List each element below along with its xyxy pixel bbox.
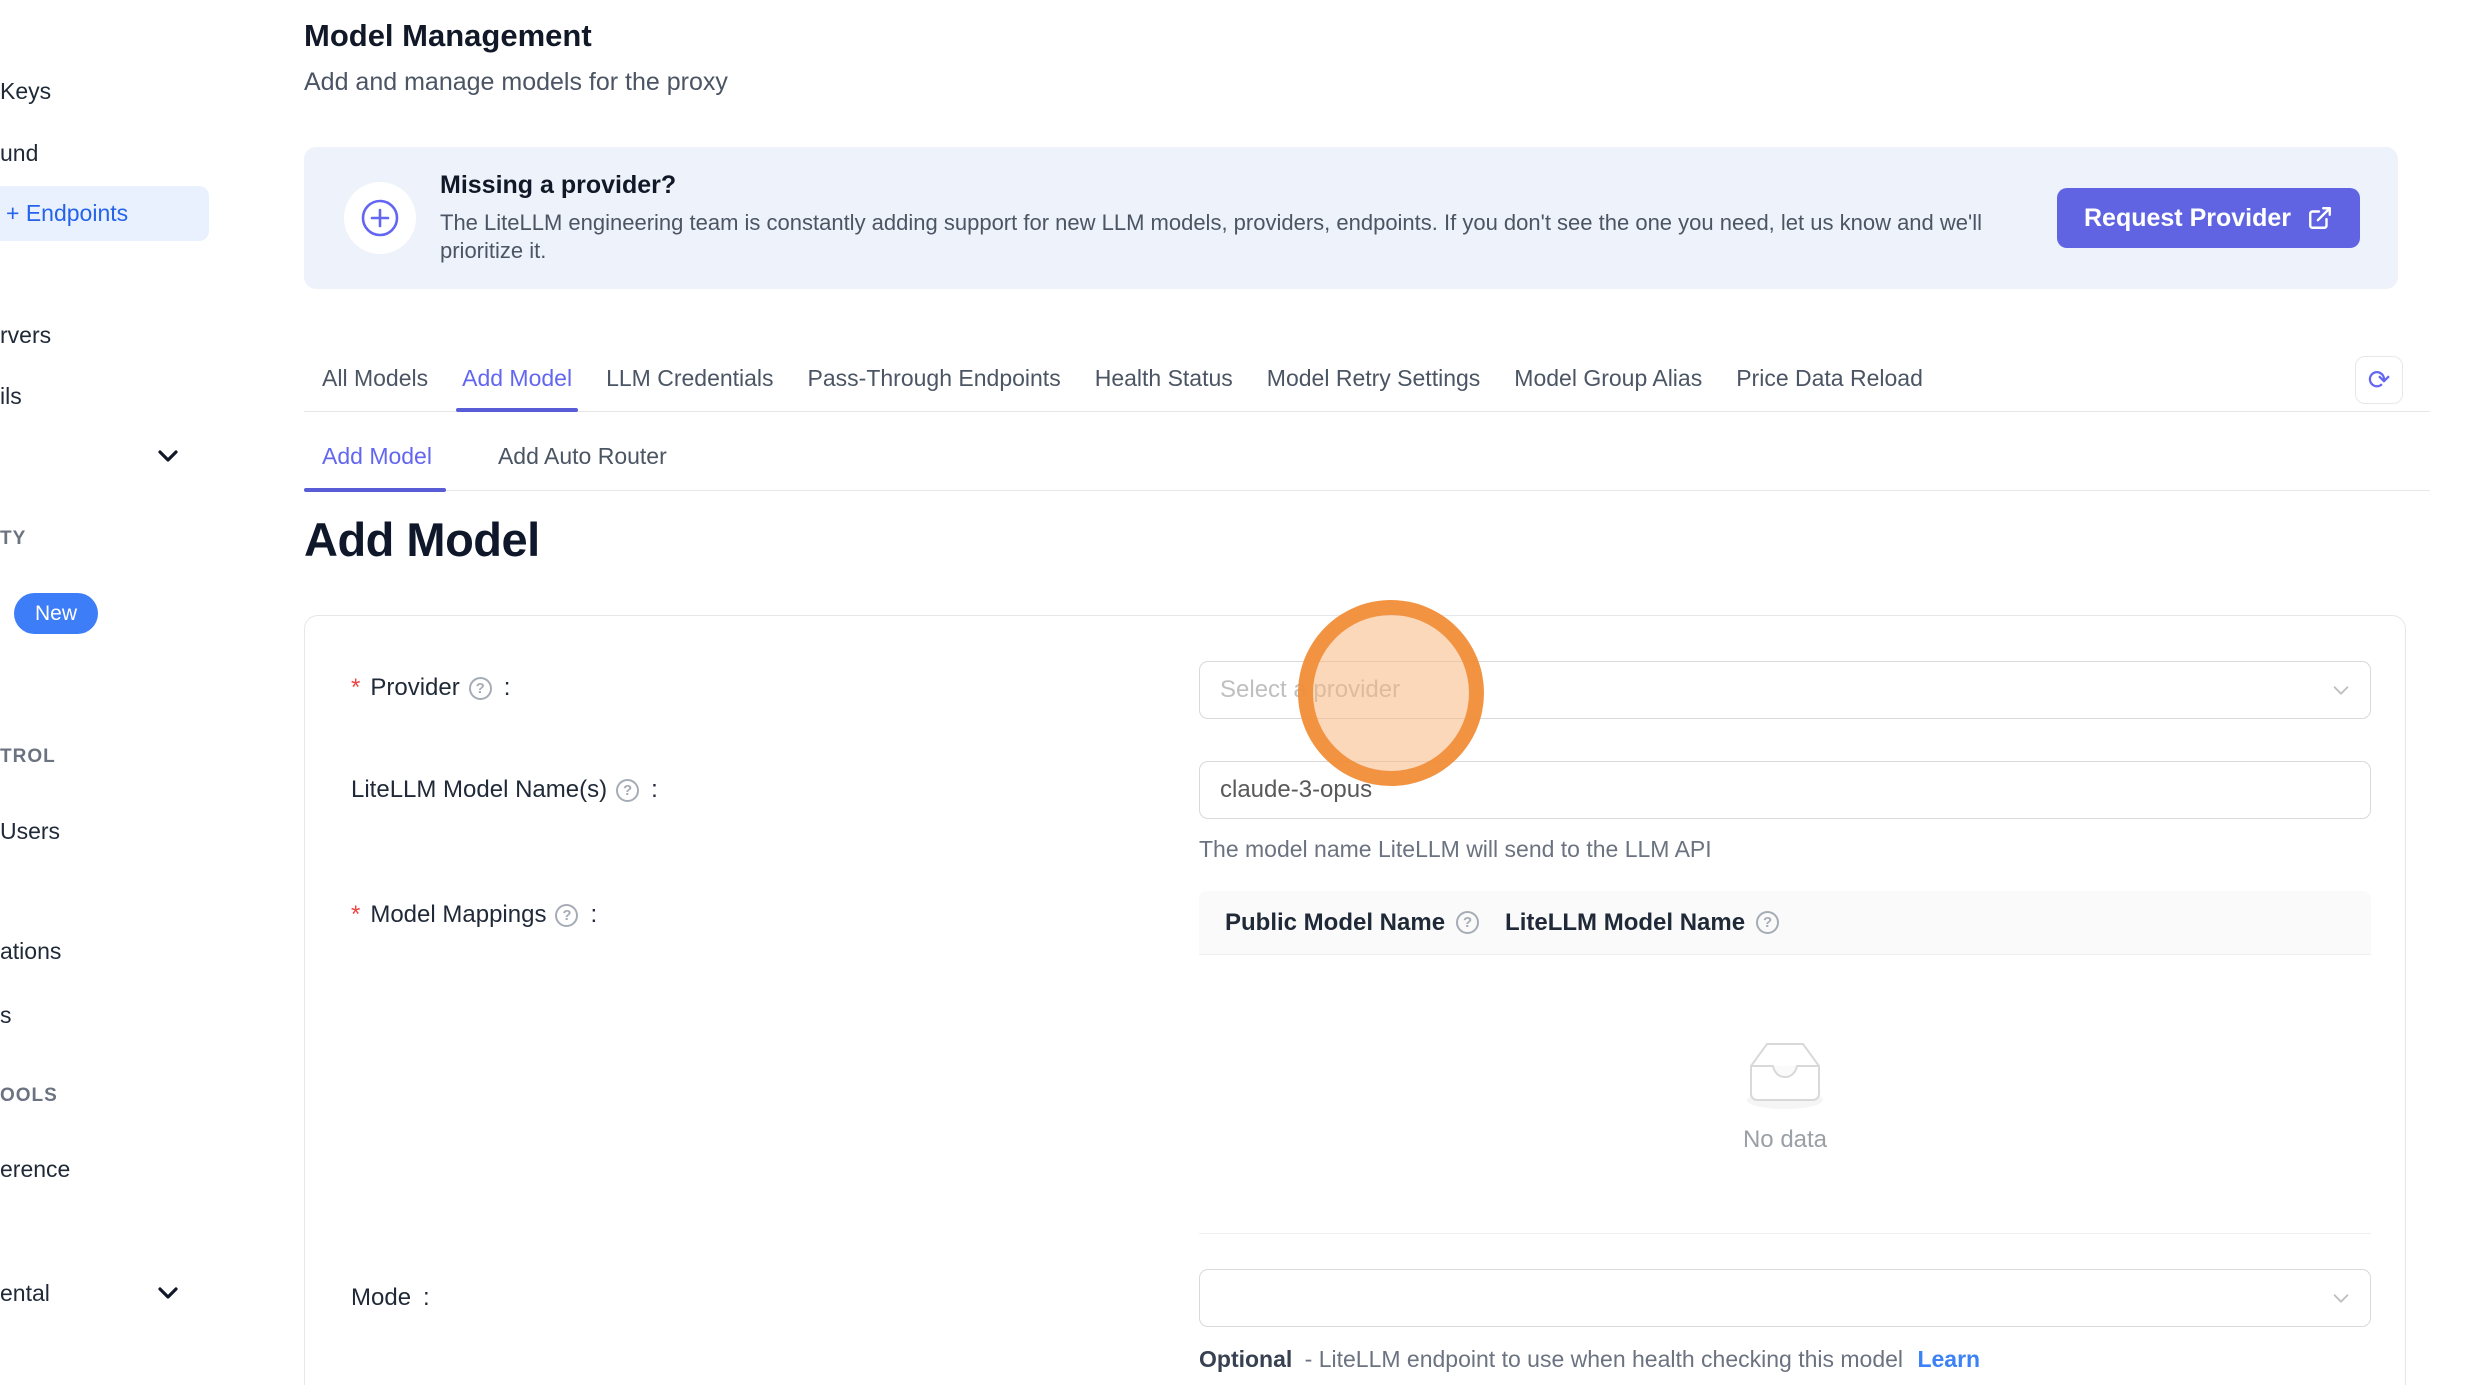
sidebar-item-mcp-servers[interactable]: rvers	[0, 322, 51, 349]
banner-title: Missing a provider?	[440, 171, 2030, 200]
model-name-helper: The model name LiteLLM will send to the …	[1199, 836, 1712, 863]
sidebar-item-label: + Endpoints	[6, 200, 128, 227]
mode-helper-text: - LiteLLM endpoint to use when health ch…	[1305, 1346, 1903, 1372]
column-header-label: LiteLLM Model Name	[1505, 909, 1745, 937]
provider-select[interactable]: Select a provider	[1199, 661, 2371, 719]
missing-provider-banner: Missing a provider? The LiteLLM engineer…	[304, 147, 2398, 289]
model-mappings-label: * Model Mappings ? :	[351, 901, 597, 929]
mode-label: Mode :	[351, 1284, 430, 1312]
model-mappings-table-header: Public Model Name ? LiteLLM Model Name ?	[1199, 891, 2371, 955]
mode-helper: Optional - LiteLLM endpoint to use when …	[1199, 1346, 1980, 1373]
tab-model-group-alias[interactable]: Model Group Alias	[1512, 365, 1704, 411]
tab-pass-through-endpoints[interactable]: Pass-Through Endpoints	[806, 365, 1063, 411]
required-asterisk: *	[351, 674, 360, 702]
chevron-down-icon	[2330, 679, 2352, 701]
request-provider-button[interactable]: Request Provider	[2057, 188, 2360, 248]
model-tabs: All Models Add Model LLM Credentials Pass-T…	[304, 352, 2430, 412]
model-mappings-label-text: Model Mappings	[370, 901, 546, 929]
question-circle-icon[interactable]: ?	[1456, 911, 1479, 934]
question-circle-icon[interactable]: ?	[616, 779, 639, 802]
no-data-text: No data	[1743, 1126, 1827, 1154]
sidebar-item-guardrails[interactable]: ils	[0, 383, 22, 410]
provider-select-placeholder: Select a provider	[1220, 676, 1400, 704]
banner-text: Missing a provider? The LiteLLM engineer…	[440, 171, 2030, 265]
provider-label-text: Provider	[370, 674, 459, 702]
banner-body: The LiteLLM engineering team is constant…	[440, 209, 2030, 265]
tab-health-status[interactable]: Health Status	[1093, 365, 1235, 411]
sidebar-section-observability: TY	[0, 528, 26, 550]
model-name-input[interactable]	[1199, 761, 2371, 819]
column-header-litellm-model-name: LiteLLM Model Name ?	[1479, 891, 2371, 954]
provider-label: * Provider ? :	[351, 674, 510, 702]
page-title: Model Management	[304, 18, 592, 54]
model-name-label: LiteLLM Model Name(s) ? :	[351, 776, 658, 804]
tab-add-model[interactable]: Add Model	[460, 365, 574, 411]
sidebar-item-teams[interactable]: s	[0, 1002, 12, 1029]
tab-price-data-reload[interactable]: Price Data Reload	[1734, 365, 1925, 411]
tab-all-models[interactable]: All Models	[320, 365, 430, 411]
inbox-icon	[1735, 1034, 1835, 1116]
sidebar-item-organizations[interactable]: ations	[0, 938, 61, 965]
column-header-public-model-name: Public Model Name ?	[1199, 891, 1479, 954]
sidebar-item-playground[interactable]: und	[0, 140, 38, 167]
chevron-down-icon[interactable]	[152, 440, 184, 472]
mode-select[interactable]	[1199, 1269, 2371, 1327]
add-model-subtabs: Add Model Add Auto Router	[304, 434, 2430, 491]
learn-link[interactable]: Learn	[1917, 1346, 1980, 1372]
sidebar-new-badge: New	[14, 593, 98, 634]
tab-llm-credentials[interactable]: LLM Credentials	[604, 365, 775, 411]
model-management-page: Keys und + Endpoints rvers ils TY New TR…	[0, 0, 2477, 1385]
sidebar-item-internal-users[interactable]: Users	[0, 818, 60, 845]
external-link-icon	[2307, 205, 2333, 231]
question-circle-icon[interactable]: ?	[555, 904, 578, 927]
label-colon: :	[590, 901, 597, 929]
label-colon: :	[423, 1284, 430, 1312]
required-asterisk: *	[351, 901, 360, 929]
sidebar-item-experimental[interactable]: ental	[0, 1280, 50, 1307]
request-provider-label: Request Provider	[2084, 204, 2291, 233]
column-header-label: Public Model Name	[1225, 909, 1445, 937]
question-circle-icon[interactable]: ?	[1756, 911, 1779, 934]
sidebar-item-virtual-keys[interactable]: Keys	[0, 78, 51, 105]
plus-circle-icon	[344, 182, 416, 254]
add-model-form-card: * Provider ? : Select a provider LiteLLM…	[304, 615, 2406, 1385]
subtab-add-model[interactable]: Add Model	[320, 443, 434, 490]
sidebar-item-models-endpoints[interactable]: + Endpoints	[0, 186, 209, 241]
refresh-icon[interactable]: ⟳	[2355, 356, 2403, 404]
model-mappings-empty-state: No data	[1199, 955, 2371, 1234]
sidebar-section-tools: OOLS	[0, 1085, 58, 1107]
sidebar: Keys und + Endpoints rvers ils TY New TR…	[0, 0, 215, 1385]
question-circle-icon[interactable]: ?	[469, 677, 492, 700]
tab-model-retry-settings[interactable]: Model Retry Settings	[1265, 365, 1482, 411]
chevron-down-icon	[2330, 1287, 2352, 1309]
sidebar-item-reference[interactable]: erence	[0, 1156, 70, 1183]
model-name-label-text: LiteLLM Model Name(s)	[351, 776, 607, 804]
subtab-add-auto-router[interactable]: Add Auto Router	[496, 443, 669, 490]
chevron-down-icon[interactable]	[152, 1277, 184, 1309]
sidebar-section-access-control: TROL	[0, 746, 56, 768]
label-colon: :	[504, 674, 511, 702]
page-subtitle: Add and manage models for the proxy	[304, 68, 728, 97]
model-mappings-table: Public Model Name ? LiteLLM Model Name ?…	[1199, 891, 2371, 1234]
mode-label-text: Mode	[351, 1284, 411, 1312]
add-model-heading: Add Model	[304, 512, 540, 567]
mode-helper-optional: Optional	[1199, 1346, 1292, 1372]
label-colon: :	[651, 776, 658, 804]
